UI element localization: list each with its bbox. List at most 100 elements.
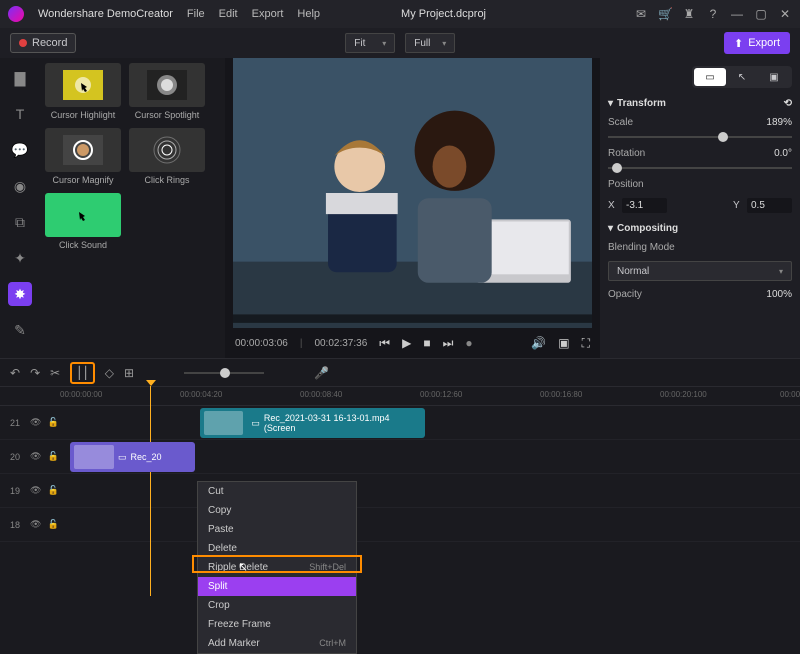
track-lock-icon[interactable]: 🔓 <box>47 485 58 496</box>
time-total: 00:02:37:36 <box>314 338 367 349</box>
reset-transform-icon[interactable]: ⟲ <box>784 98 792 109</box>
rail-title-icon[interactable]: T <box>8 102 32 126</box>
zoom-slider[interactable] <box>184 372 264 374</box>
crop-tool-button[interactable]: ✂ <box>50 366 60 380</box>
ruler-tick: 00:00:12:60 <box>420 390 462 399</box>
context-menu-delete[interactable]: Delete <box>198 539 356 558</box>
context-menu-add-marker[interactable]: Add MarkerCtrl+M <box>198 634 356 653</box>
marker-button[interactable]: ◇ <box>105 366 114 380</box>
context-menu-paste[interactable]: Paste <box>198 520 356 539</box>
scale-slider[interactable] <box>608 136 792 138</box>
cart-icon[interactable]: 🛒 <box>658 7 672 21</box>
tab-video-icon[interactable]: ▭ <box>694 68 726 86</box>
track-visible-icon[interactable]: 👁 <box>30 417 41 428</box>
play-button[interactable]: ▶ <box>402 336 411 350</box>
props-tabs: ▭ ↖ ▣ <box>692 66 792 88</box>
properties-panel: ▭ ↖ ▣ ▾Transform⟲ Scale189% Rotation0.0°… <box>600 58 800 358</box>
track-lock-icon[interactable]: 🔓 <box>47 417 58 428</box>
transform-header: Transform <box>617 98 666 109</box>
opacity-value: 100% <box>766 289 792 300</box>
asset-cursor-magnify[interactable]: Cursor Magnify <box>45 128 121 185</box>
track-lock-icon[interactable]: 🔓 <box>47 451 58 462</box>
tracks: 21👁🔓 ▭Rec_2021-03-31 16-13-01.mp4 (Scree… <box>0 406 800 542</box>
rail-effects-icon[interactable]: ✦ <box>8 246 32 270</box>
next-button[interactable]: ⏭ <box>443 336 454 351</box>
context-menu: CutCopyPasteDeleteRipple DeleteShift+Del… <box>197 481 357 654</box>
app-logo-icon <box>8 6 24 22</box>
clip-rec-20[interactable]: ▭Rec_20 <box>70 442 195 472</box>
rail-cursor-icon[interactable]: ✸ <box>8 282 32 306</box>
ruler-tick: 00:00:04:20 <box>180 390 222 399</box>
context-menu-freeze-frame[interactable]: Freeze Frame <box>198 615 356 634</box>
cursor-arrow-icon: ↖ <box>238 560 248 574</box>
menu-file[interactable]: File <box>187 8 205 20</box>
track-visible-icon[interactable]: 👁 <box>30 519 41 530</box>
ruler-tick: 00:00:08:40 <box>300 390 342 399</box>
stop-button[interactable]: ■ <box>423 336 430 350</box>
app-name: Wondershare DemoCreator <box>38 8 173 20</box>
context-menu-cut[interactable]: Cut <box>198 482 356 501</box>
track-lock-icon[interactable]: 🔓 <box>47 519 58 530</box>
timeline-ruler[interactable]: 00:00:00:00 00:00:04:20 00:00:08:40 00:00:1… <box>0 386 800 406</box>
menu-help[interactable]: Help <box>297 8 320 20</box>
title-bar: Wondershare DemoCreator File Edit Export… <box>0 0 800 28</box>
preview-viewport[interactable] <box>233 58 592 328</box>
tab-screen-icon[interactable]: ▣ <box>758 68 790 86</box>
context-menu-ripple-delete[interactable]: Ripple DeleteShift+Del <box>198 558 356 577</box>
snap-button[interactable]: ⊞ <box>124 366 134 380</box>
rail-brush-icon[interactable]: ✎ <box>8 318 32 342</box>
rotation-slider[interactable] <box>608 167 792 169</box>
asset-cursor-highlight[interactable]: Cursor Highlight <box>45 63 121 120</box>
record-small-button[interactable]: ● <box>465 336 472 350</box>
context-menu-split[interactable]: Split <box>198 577 356 596</box>
redo-button[interactable]: ↷ <box>30 366 40 380</box>
export-icon: ⬆ <box>734 37 743 50</box>
maximize-icon[interactable]: ▢ <box>754 7 768 21</box>
minimize-icon[interactable]: — <box>730 7 744 21</box>
mail-icon[interactable]: ✉ <box>634 7 648 21</box>
tab-cursor-icon[interactable]: ↖ <box>726 68 758 86</box>
timeline-toolbar: ↶ ↷ ✂ ⎮⎮ ◇ ⊞ 🎤 <box>0 358 800 386</box>
context-menu-crop[interactable]: Crop <box>198 596 356 615</box>
menu-export[interactable]: Export <box>252 8 284 20</box>
rail-globe-icon[interactable]: ◉ <box>8 174 32 198</box>
rail-transition-icon[interactable]: ⧉ <box>8 210 32 234</box>
track-visible-icon[interactable]: 👁 <box>30 451 41 462</box>
record-button[interactable]: Record <box>10 33 76 53</box>
asset-click-sound[interactable]: Click Sound <box>45 193 121 250</box>
close-icon[interactable]: ✕ <box>778 7 792 21</box>
left-rail: ▇ T 💬 ◉ ⧉ ✦ ✸ ✎ <box>0 58 40 358</box>
mic-icon[interactable]: 🎤 <box>314 366 329 380</box>
position-y-input[interactable] <box>747 198 792 213</box>
prev-button[interactable]: ⏮ <box>379 336 390 351</box>
split-tool-button[interactable]: ⎮⎮ <box>70 362 95 384</box>
asset-click-rings[interactable]: Click Rings <box>129 128 205 185</box>
fit-dropdown[interactable]: Fit▾ <box>345 33 395 53</box>
snapshot-icon[interactable]: ▣ <box>558 336 569 350</box>
clip-rec-2021[interactable]: ▭Rec_2021-03-31 16-13-01.mp4 (Screen <box>200 408 425 438</box>
blend-mode-dropdown[interactable]: Normal▾ <box>608 261 792 281</box>
full-dropdown[interactable]: Full▾ <box>405 33 455 53</box>
ruler-tick: 00:00:20:100 <box>660 390 707 399</box>
fullscreen-icon[interactable]: ⛶ <box>582 336 590 351</box>
rotation-value: 0.0° <box>774 148 792 159</box>
position-x-input[interactable] <box>622 198 667 213</box>
menu-edit[interactable]: Edit <box>219 8 238 20</box>
user-icon[interactable]: ♜ <box>682 7 696 21</box>
help-icon[interactable]: ? <box>706 7 720 21</box>
volume-icon[interactable]: 🔊 <box>531 336 546 350</box>
asset-panel: Cursor Highlight Cursor Spotlight Cursor… <box>40 58 225 358</box>
asset-cursor-spotlight[interactable]: Cursor Spotlight <box>129 63 205 120</box>
transport-bar: 00:00:03:06 | 00:02:37:36 ⏮ ▶ ■ ⏭ ● 🔊 ▣ … <box>225 328 600 358</box>
ruler-tick: 00:00:00:00 <box>60 390 102 399</box>
preview-area: 00:00:03:06 | 00:02:37:36 ⏮ ▶ ■ ⏭ ● 🔊 ▣ … <box>225 58 600 358</box>
project-name: My Project.dcproj <box>401 8 486 20</box>
rail-folder-icon[interactable]: ▇ <box>8 66 32 90</box>
rail-chat-icon[interactable]: 💬 <box>8 138 32 162</box>
record-label: Record <box>32 37 67 49</box>
context-menu-copy[interactable]: Copy <box>198 501 356 520</box>
export-button[interactable]: ⬆ Export <box>724 32 790 54</box>
undo-button[interactable]: ↶ <box>10 366 20 380</box>
track-visible-icon[interactable]: 👁 <box>30 485 41 496</box>
scale-value: 189% <box>766 117 792 128</box>
